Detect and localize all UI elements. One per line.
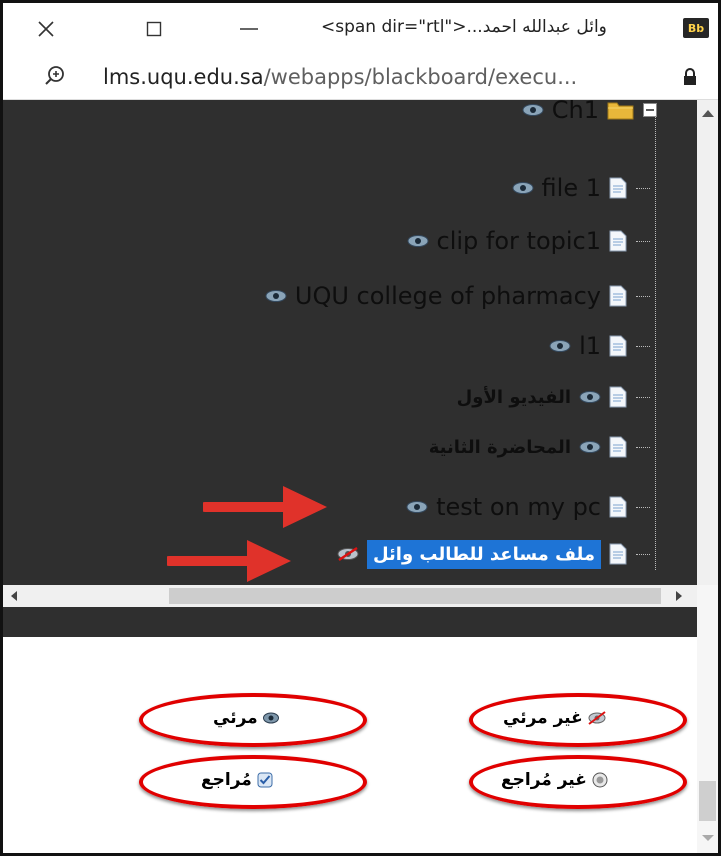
legend-label: مُراجع bbox=[201, 770, 252, 790]
url-domain: lms.uqu.edu.sa bbox=[103, 65, 264, 89]
tree-footer bbox=[3, 607, 697, 637]
scrollbar-thumb[interactable] bbox=[699, 781, 716, 821]
horizontal-scrollbar[interactable] bbox=[3, 585, 697, 607]
tree-item-label: file 1 bbox=[541, 174, 601, 202]
title-bar: <span dir="rtl">...وائل عبدالله احمد Bb bbox=[3, 3, 718, 55]
collapse-icon[interactable] bbox=[643, 103, 657, 117]
minimize-button[interactable] bbox=[229, 11, 269, 47]
maximize-icon bbox=[146, 21, 162, 37]
radio-empty-icon bbox=[592, 772, 608, 788]
tree-item-selected[interactable]: ملف مساعد للطالب وائل bbox=[337, 536, 627, 572]
eye-crossed-icon bbox=[588, 711, 606, 725]
tree-item-label: clip for topic1 bbox=[436, 227, 601, 255]
scrollbar-thumb[interactable] bbox=[169, 588, 661, 604]
blackboard-logo: Bb bbox=[683, 18, 709, 38]
eye-icon bbox=[262, 712, 279, 724]
tree-item-folder[interactable]: Ch1 bbox=[522, 100, 657, 128]
page-scrollbar[interactable] bbox=[697, 585, 718, 853]
document-icon bbox=[609, 543, 627, 565]
close-button[interactable] bbox=[26, 11, 66, 47]
minimize-icon bbox=[240, 28, 258, 30]
url-path: /webapps/blackboard/execu... bbox=[263, 65, 578, 89]
content-tree: Ch1 file 1 clip for topic1 UQU college o… bbox=[3, 100, 697, 585]
legend-not-reviewed: غير مُراجع bbox=[501, 770, 608, 790]
eye-icon bbox=[522, 104, 544, 116]
tree-item[interactable]: file 1 bbox=[512, 170, 627, 206]
window-title: <span dir="rtl">...وائل عبدالله احمد bbox=[321, 17, 607, 37]
document-icon bbox=[609, 285, 627, 307]
tree-item-label: test on my pc bbox=[436, 493, 601, 521]
zoom-icon[interactable] bbox=[43, 64, 67, 88]
tree-item-label: l1 bbox=[579, 332, 601, 360]
tree-item[interactable]: UQU college of pharmacy bbox=[265, 278, 627, 314]
eye-icon bbox=[512, 182, 534, 194]
scroll-left-icon[interactable] bbox=[11, 591, 17, 601]
legend-label: غير مُراجع bbox=[501, 770, 587, 790]
tree-item-label: ملف مساعد للطالب وائل bbox=[366, 539, 601, 569]
scroll-right-icon[interactable] bbox=[676, 591, 682, 601]
annotation-arrow bbox=[203, 486, 327, 528]
eye-icon bbox=[407, 235, 429, 247]
tree-item-label: الفيديو الأول bbox=[456, 386, 571, 408]
annotation-arrow bbox=[167, 540, 291, 582]
eye-icon bbox=[549, 340, 571, 352]
tree-item[interactable]: الفيديو الأول bbox=[457, 379, 627, 415]
folder-icon bbox=[607, 102, 634, 120]
legend-visible: مرئي bbox=[213, 708, 279, 728]
tree-item-label: المحاضرة الثانية bbox=[428, 436, 571, 458]
tree-item[interactable]: clip for topic1 bbox=[407, 223, 627, 259]
maximize-button[interactable] bbox=[134, 11, 174, 47]
scroll-down-icon[interactable] bbox=[702, 835, 714, 841]
eye-icon bbox=[579, 391, 601, 403]
eye-icon bbox=[579, 441, 601, 453]
legend-label: غير مرئي bbox=[503, 708, 583, 728]
document-icon bbox=[609, 335, 627, 357]
document-icon bbox=[609, 230, 627, 252]
tree-item-label: UQU college of pharmacy bbox=[294, 282, 601, 310]
legend-not-visible: غير مرئي bbox=[503, 708, 606, 728]
tree-item[interactable]: المحاضرة الثانية bbox=[429, 429, 627, 465]
address-bar[interactable]: lms.uqu.edu.sa/webapps/blackboard/execu.… bbox=[3, 55, 718, 100]
eye-icon bbox=[406, 501, 428, 513]
eye-crossed-icon bbox=[337, 547, 359, 561]
tree-item[interactable]: test on my pc bbox=[406, 489, 627, 525]
url-text[interactable]: lms.uqu.edu.sa/webapps/blackboard/execu.… bbox=[103, 65, 577, 89]
close-icon bbox=[38, 21, 54, 37]
legend-reviewed: مُراجع bbox=[201, 770, 273, 790]
scroll-up-icon[interactable] bbox=[702, 110, 714, 117]
document-icon bbox=[609, 177, 627, 199]
document-icon bbox=[609, 386, 627, 408]
document-icon bbox=[609, 436, 627, 458]
lock-icon[interactable] bbox=[682, 68, 698, 86]
legend-label: مرئي bbox=[213, 708, 258, 728]
tree-item-label: Ch1 bbox=[551, 100, 599, 124]
eye-icon bbox=[265, 290, 287, 302]
browser-window: <span dir="rtl">...وائل عبدالله احمد Bb … bbox=[0, 0, 721, 856]
vertical-scrollbar[interactable] bbox=[697, 100, 718, 585]
document-icon bbox=[609, 496, 627, 518]
checkbox-checked-icon bbox=[257, 772, 273, 788]
tree-item[interactable]: l1 bbox=[549, 328, 627, 364]
